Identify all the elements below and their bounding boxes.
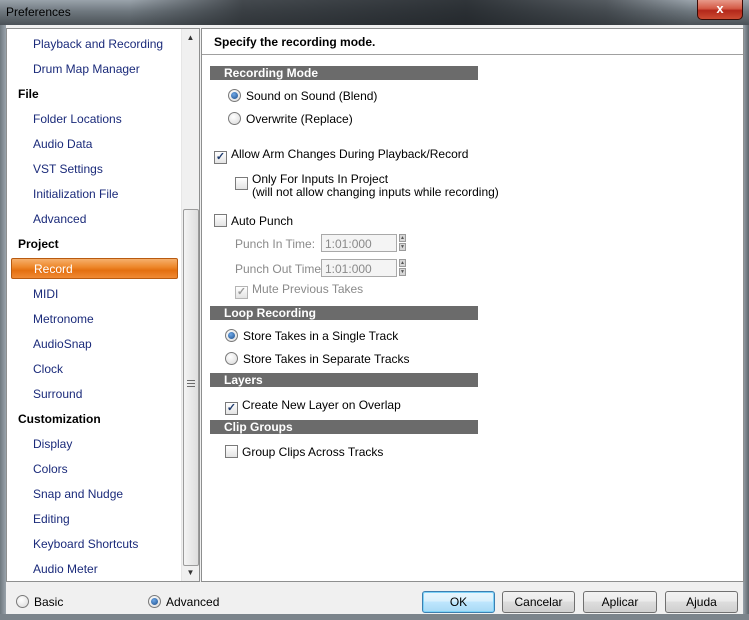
single-track-label: Store Takes in a Single Track xyxy=(243,329,399,343)
sidebar-scrollbar[interactable]: ▲ ▼ xyxy=(181,29,199,581)
window-title: Preferences xyxy=(6,5,71,19)
scroll-down-icon[interactable]: ▼ xyxy=(182,564,199,581)
help-button[interactable]: Ajuda xyxy=(665,591,738,613)
sidebar-item-metronome[interactable]: Metronome xyxy=(33,308,94,330)
sidebar-item-vst-settings[interactable]: VST Settings xyxy=(33,158,103,180)
close-button[interactable]: x xyxy=(697,0,743,20)
checkbox-icon[interactable] xyxy=(225,445,238,458)
create-new-layer-checkbox[interactable]: ✓ Create New Layer on Overlap xyxy=(225,398,401,415)
overwrite-label: Overwrite (Replace) xyxy=(246,112,353,126)
group-clips-label: Group Clips Across Tracks xyxy=(242,445,384,459)
auto-punch-label: Auto Punch xyxy=(231,214,294,228)
ok-button[interactable]: OK xyxy=(422,591,495,613)
punch-in-time-field[interactable]: 1:01:000 xyxy=(321,234,397,252)
sidebar-item-snap-and-nudge[interactable]: Snap and Nudge xyxy=(33,483,123,505)
sidebar-item-audio-data[interactable]: Audio Data xyxy=(33,133,92,155)
only-for-inputs-checkbox[interactable]: Only For Inputs In Project (will not allo… xyxy=(235,173,499,199)
scrollbar-thumb[interactable] xyxy=(183,209,199,566)
mute-previous-takes-checkbox[interactable]: ✓ Mute Previous Takes xyxy=(235,282,363,299)
checkbox-icon[interactable]: ✓ xyxy=(225,402,238,415)
only-for-inputs-line2: (will not allow changing inputs while re… xyxy=(252,185,499,199)
sidebar-item-colors[interactable]: Colors xyxy=(33,458,68,480)
sidebar-category-file[interactable]: File xyxy=(18,83,39,105)
allow-arm-changes-label: Allow Arm Changes During Playback/Record xyxy=(231,147,469,161)
sidebar-item-advanced[interactable]: Advanced xyxy=(33,208,86,230)
section-layers: Layers xyxy=(210,373,478,387)
section-clip-groups: Clip Groups xyxy=(210,420,478,434)
spin-down-icon[interactable]: ▼ xyxy=(399,243,406,251)
sidebar-item-keyboard-shortcuts[interactable]: Keyboard Shortcuts xyxy=(33,533,138,555)
category-tree: Playback and Recording Drum Map Manager Fi… xyxy=(6,28,200,582)
sidebar-item-playback-and-recording[interactable]: Playback and Recording xyxy=(33,33,163,55)
title-bar[interactable]: Preferences x xyxy=(0,0,749,25)
radio-icon[interactable] xyxy=(225,329,238,342)
punch-out-spinner[interactable]: ▲ ▼ xyxy=(399,259,406,277)
sidebar-category-project[interactable]: Project xyxy=(18,233,59,255)
mode-advanced-radio[interactable]: Advanced xyxy=(148,595,219,609)
only-for-inputs-label: Only For Inputs In Project (will not allo… xyxy=(252,173,499,199)
punch-in-label: Punch In Time: xyxy=(235,237,316,251)
mode-advanced-label: Advanced xyxy=(166,595,220,609)
sidebar-item-audio-meter[interactable]: Audio Meter xyxy=(33,558,98,580)
radio-icon[interactable] xyxy=(225,352,238,365)
section-recording-mode: Recording Mode xyxy=(210,66,478,80)
radio-icon[interactable] xyxy=(16,595,29,608)
sidebar-item-audiosnap[interactable]: AudioSnap xyxy=(33,333,92,355)
close-icon: x xyxy=(716,1,724,16)
mode-basic-radio[interactable]: Basic xyxy=(16,595,63,609)
separate-tracks-label: Store Takes in Separate Tracks xyxy=(243,352,410,366)
grip-icon xyxy=(187,380,195,389)
title-bar-shade xyxy=(130,0,690,25)
spin-up-icon[interactable]: ▲ xyxy=(399,259,406,267)
sound-on-sound-radio[interactable]: Sound on Sound (Blend) xyxy=(228,89,377,103)
sidebar-item-record-selected[interactable]: Record xyxy=(11,258,178,279)
scroll-up-icon[interactable]: ▲ xyxy=(182,29,199,46)
radio-icon[interactable] xyxy=(228,112,241,125)
sidebar-item-editing[interactable]: Editing xyxy=(33,508,70,530)
checkbox-icon[interactable]: ✓ xyxy=(214,151,227,164)
sidebar-item-midi[interactable]: MIDI xyxy=(33,283,58,305)
section-loop-recording: Loop Recording xyxy=(210,306,478,320)
sidebar-item-clock[interactable]: Clock xyxy=(33,358,63,380)
checkbox-icon[interactable] xyxy=(235,177,248,190)
sidebar-item-folder-locations[interactable]: Folder Locations xyxy=(33,108,122,130)
radio-icon[interactable] xyxy=(228,89,241,102)
overwrite-radio[interactable]: Overwrite (Replace) xyxy=(228,112,353,126)
apply-button[interactable]: Aplicar xyxy=(583,591,657,613)
spin-down-icon[interactable]: ▼ xyxy=(399,268,406,276)
preferences-window: Preferences x Playback and Recording Drum… xyxy=(0,0,749,620)
separate-tracks-radio[interactable]: Store Takes in Separate Tracks xyxy=(225,352,410,366)
panel-header: Specify the recording mode. xyxy=(202,29,743,55)
sound-on-sound-label: Sound on Sound (Blend) xyxy=(246,89,378,103)
cancel-button[interactable]: Cancelar xyxy=(502,591,575,613)
auto-punch-checkbox[interactable]: Auto Punch xyxy=(214,214,293,228)
punch-out-time-field[interactable]: 1:01:000 xyxy=(321,259,397,277)
sidebar-item-surround[interactable]: Surround xyxy=(33,383,82,405)
settings-panel: Specify the recording mode. Recording Mo… xyxy=(201,28,744,582)
window-frame-bottom xyxy=(0,614,749,620)
sidebar-item-initialization-file[interactable]: Initialization File xyxy=(33,183,118,205)
mute-previous-takes-label: Mute Previous Takes xyxy=(252,282,364,296)
spin-up-icon[interactable]: ▲ xyxy=(399,234,406,242)
only-for-inputs-line1: Only For Inputs In Project xyxy=(252,172,389,186)
punch-in-spinner[interactable]: ▲ ▼ xyxy=(399,234,406,252)
radio-icon[interactable] xyxy=(148,595,161,608)
group-clips-checkbox[interactable]: Group Clips Across Tracks xyxy=(225,445,383,459)
sidebar-item-drum-map-manager[interactable]: Drum Map Manager xyxy=(33,58,140,80)
sidebar-category-customization[interactable]: Customization xyxy=(18,408,101,430)
punch-out-label: Punch Out Time: xyxy=(235,262,325,276)
single-track-radio[interactable]: Store Takes in a Single Track xyxy=(225,329,398,343)
create-new-layer-label: Create New Layer on Overlap xyxy=(242,398,401,412)
checkbox-icon[interactable] xyxy=(214,214,227,227)
mode-basic-label: Basic xyxy=(34,595,64,609)
checkbox-icon[interactable]: ✓ xyxy=(235,286,248,299)
allow-arm-changes-checkbox[interactable]: ✓ Allow Arm Changes During Playback/Recor… xyxy=(214,147,468,164)
sidebar-item-display[interactable]: Display xyxy=(33,433,72,455)
